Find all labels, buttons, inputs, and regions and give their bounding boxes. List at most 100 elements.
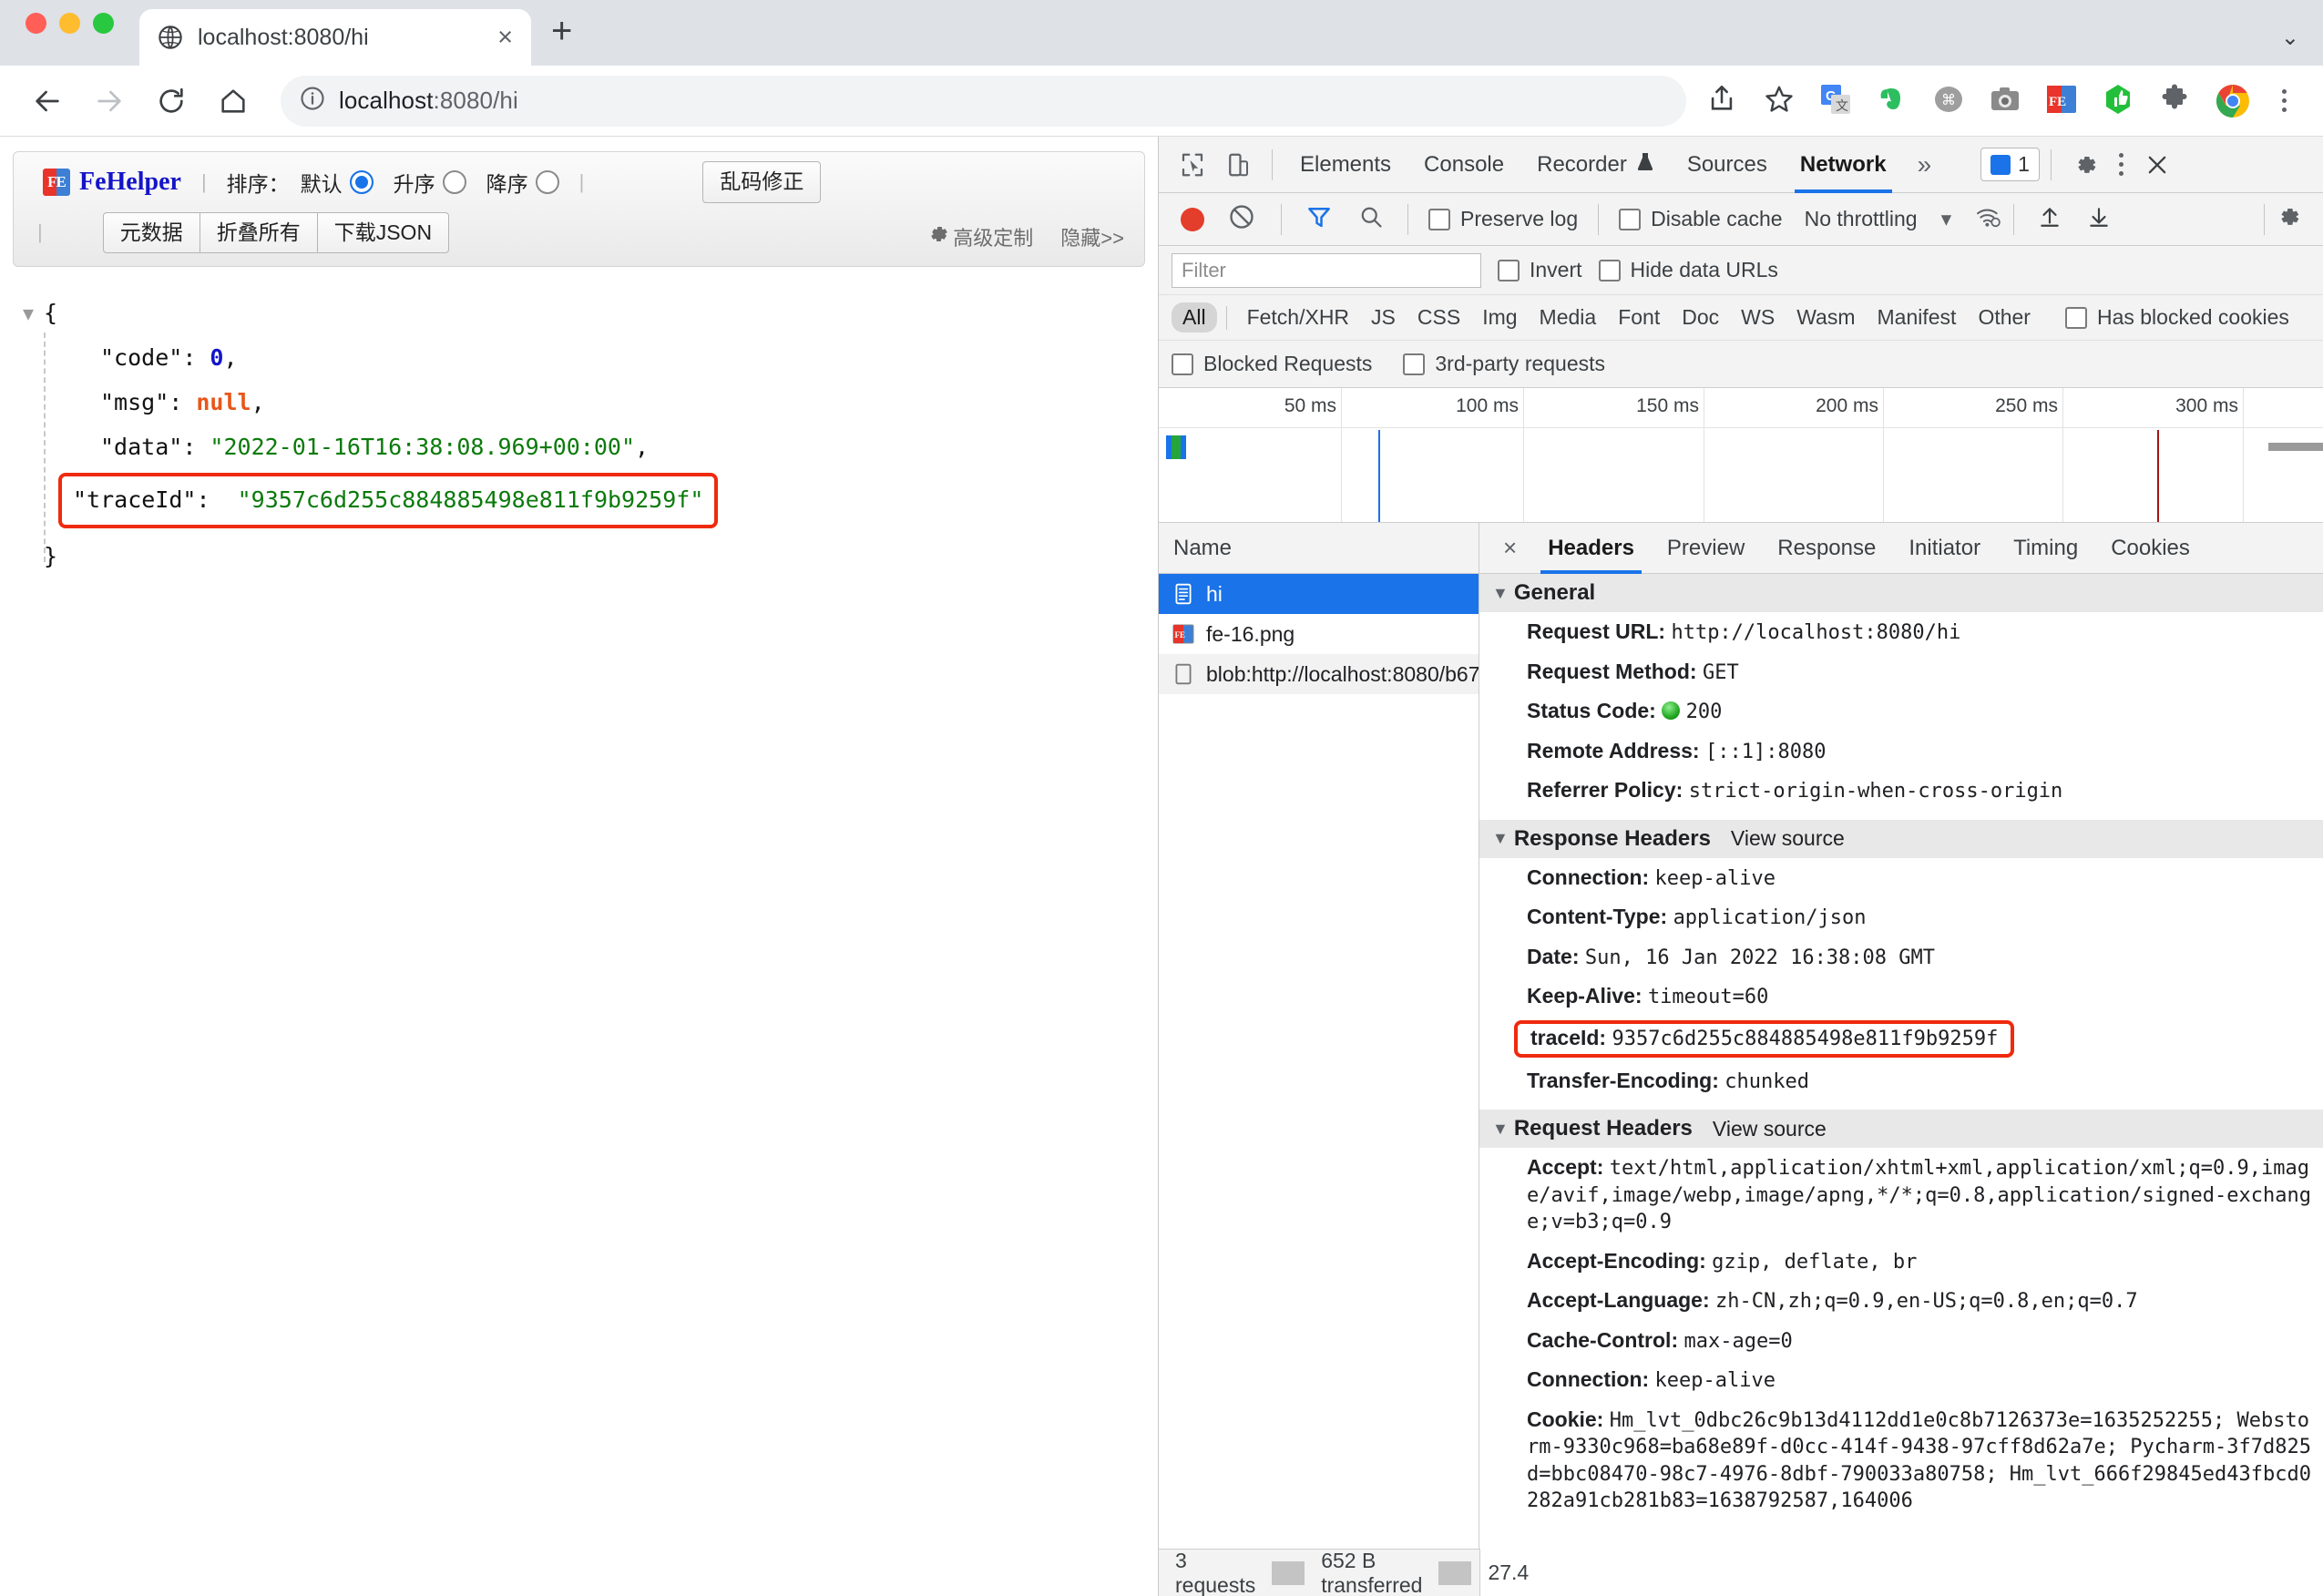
- close-icon[interactable]: [2134, 142, 2180, 188]
- new-tab-button[interactable]: +: [551, 13, 572, 66]
- kebab-menu-icon[interactable]: [2108, 153, 2134, 176]
- close-icon[interactable]: ×: [497, 24, 513, 51]
- collapse-caret-icon[interactable]: ▼: [13, 291, 44, 332]
- type-filter-ws[interactable]: WS: [1730, 302, 1786, 332]
- chevron-down-icon[interactable]: ▾: [1941, 207, 1952, 231]
- download-json-button[interactable]: 下载JSON: [316, 211, 450, 254]
- tab-network[interactable]: Network: [1784, 137, 1903, 193]
- fehelper-icon[interactable]: FE: [2045, 83, 2082, 119]
- browser-tab[interactable]: localhost:8080/hi ×: [139, 9, 531, 66]
- search-magnifier-icon[interactable]: [1358, 204, 1384, 235]
- close-icon[interactable]: ×: [1489, 534, 1531, 562]
- tab-initiator[interactable]: Initiator: [1892, 523, 1997, 574]
- checkbox-icon[interactable]: [1498, 259, 1520, 281]
- sort-option-default[interactable]: 默认: [301, 167, 374, 198]
- address-bar[interactable]: localhost:8080/hi: [281, 75, 1686, 127]
- device-toolbar-icon[interactable]: [1215, 142, 1261, 188]
- type-filter-wasm[interactable]: Wasm: [1786, 302, 1866, 332]
- tab-elements[interactable]: Elements: [1284, 137, 1407, 193]
- window-close-button[interactable]: [26, 12, 46, 34]
- evernote-icon[interactable]: [1876, 83, 1912, 119]
- network-overview-timeline[interactable]: 50 ms 100 ms 150 ms 200 ms 250 ms 300 ms: [1159, 388, 2323, 523]
- type-filter-all[interactable]: All: [1172, 302, 1217, 332]
- record-stop-icon[interactable]: [1181, 207, 1204, 231]
- checkbox-icon[interactable]: [1428, 208, 1450, 230]
- tab-sources[interactable]: Sources: [1671, 137, 1784, 193]
- chevron-down-icon[interactable]: ⌄: [2281, 25, 2299, 51]
- share-icon[interactable]: [1706, 83, 1743, 119]
- info-circle-icon[interactable]: [299, 85, 326, 117]
- tab-console[interactable]: Console: [1407, 137, 1520, 193]
- section-header-response-headers[interactable]: ▼ Response Headers View source: [1479, 819, 2323, 858]
- kebab-menu-icon[interactable]: [2271, 89, 2297, 112]
- sort-option-desc[interactable]: 降序: [486, 167, 559, 198]
- funnel-filter-icon[interactable]: [1305, 203, 1333, 236]
- home-button[interactable]: [206, 74, 261, 128]
- throttling-select[interactable]: No throttling: [1805, 207, 1918, 231]
- type-filter-manifest[interactable]: Manifest: [1867, 302, 1968, 332]
- tab-timing[interactable]: Timing: [1997, 523, 2094, 574]
- collapse-all-button[interactable]: 折叠所有: [199, 211, 318, 254]
- download-har-icon[interactable]: [2087, 204, 2111, 235]
- tab-cookies[interactable]: Cookies: [2094, 523, 2206, 574]
- checkbox-icon[interactable]: [1172, 353, 1193, 375]
- section-header-request-headers[interactable]: ▼ Request Headers View source: [1479, 1110, 2323, 1148]
- network-conditions-icon[interactable]: [1975, 205, 2002, 234]
- table-row[interactable]: hi: [1159, 574, 1479, 614]
- section-header-general[interactable]: ▼ General: [1479, 574, 2323, 612]
- invert-checkbox[interactable]: Invert: [1498, 258, 1582, 282]
- hide-data-urls-checkbox[interactable]: Hide data URLs: [1598, 258, 1778, 282]
- metadata-button[interactable]: 元数据: [102, 211, 200, 254]
- tab-preview[interactable]: Preview: [1651, 523, 1761, 574]
- requests-column-header-name[interactable]: Name: [1159, 523, 1479, 574]
- message-count-badge[interactable]: 1: [1980, 148, 2040, 181]
- star-icon[interactable]: [1763, 83, 1799, 119]
- type-filter-media[interactable]: Media: [1529, 302, 1608, 332]
- third-party-requests-checkbox[interactable]: 3rd-party requests: [1403, 352, 1605, 376]
- tab-response[interactable]: Response: [1761, 523, 1892, 574]
- screenshot-camera-icon[interactable]: [1989, 83, 2025, 119]
- more-tabs-icon[interactable]: »: [1903, 150, 1947, 179]
- chevron-down-icon[interactable]: ▼: [1492, 829, 1509, 848]
- type-filter-fetch-xhr[interactable]: Fetch/XHR: [1236, 302, 1360, 332]
- preserve-log-checkbox[interactable]: Preserve log: [1428, 207, 1578, 231]
- hide-toolbar-link[interactable]: 隐藏>>: [1060, 222, 1124, 251]
- checkbox-icon[interactable]: [1598, 259, 1621, 281]
- view-source-link[interactable]: View source: [1731, 826, 1845, 851]
- gear-icon[interactable]: [2276, 204, 2301, 235]
- checkbox-icon[interactable]: [1403, 353, 1426, 375]
- reload-button[interactable]: [144, 74, 199, 128]
- tab-headers[interactable]: Headers: [1531, 523, 1651, 574]
- type-filter-doc[interactable]: Doc: [1671, 302, 1730, 332]
- chevron-down-icon[interactable]: ▼: [1492, 1120, 1509, 1139]
- disable-cache-checkbox[interactable]: Disable cache: [1619, 207, 1783, 231]
- type-filter-other[interactable]: Other: [1967, 302, 2042, 332]
- fix-encoding-button[interactable]: 乱码修正: [702, 161, 822, 203]
- chrome-profile-icon[interactable]: [2215, 83, 2251, 119]
- advanced-settings-link[interactable]: 高级定制: [927, 222, 1033, 251]
- gear-icon[interactable]: [2062, 142, 2108, 188]
- type-filter-font[interactable]: Font: [1607, 302, 1671, 332]
- inspect-element-icon[interactable]: [1170, 142, 1215, 188]
- table-row[interactable]: blob:http://localhost:8080/b67ff01…: [1159, 654, 1479, 694]
- view-source-link[interactable]: View source: [1713, 1117, 1827, 1141]
- google-translate-icon[interactable]: G文: [1819, 83, 1856, 119]
- has-blocked-cookies-checkbox[interactable]: Has blocked cookies: [2064, 305, 2289, 330]
- window-maximize-button[interactable]: [93, 12, 114, 34]
- type-filter-css[interactable]: CSS: [1407, 302, 1471, 332]
- clear-no-entry-icon[interactable]: [1228, 203, 1255, 236]
- radio-icon[interactable]: [442, 169, 466, 194]
- tab-recorder[interactable]: Recorder: [1520, 137, 1671, 193]
- forward-button[interactable]: [82, 74, 137, 128]
- radio-icon[interactable]: [349, 169, 374, 194]
- blocked-requests-checkbox[interactable]: Blocked Requests: [1172, 352, 1372, 376]
- gray-badge-icon[interactable]: ⌘: [1932, 83, 1969, 119]
- filter-input[interactable]: Filter: [1172, 252, 1481, 288]
- type-filter-js[interactable]: JS: [1360, 302, 1407, 332]
- checkbox-icon[interactable]: [1619, 208, 1642, 230]
- type-filter-img[interactable]: Img: [1471, 302, 1528, 332]
- green-thumb-icon[interactable]: [2102, 83, 2138, 119]
- radio-icon[interactable]: [535, 169, 559, 194]
- window-minimize-button[interactable]: [59, 12, 80, 34]
- back-button[interactable]: [20, 74, 75, 128]
